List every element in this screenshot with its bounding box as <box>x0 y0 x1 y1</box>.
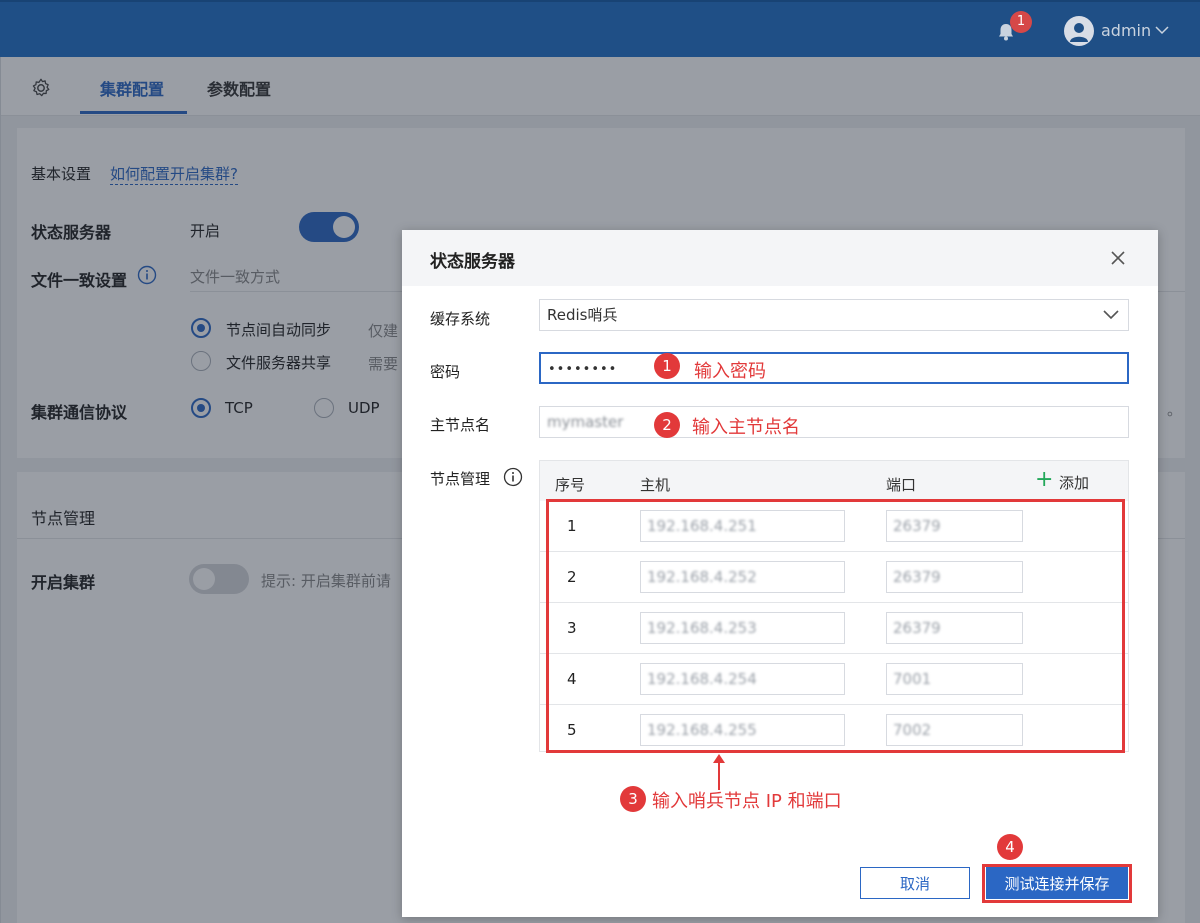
password-value: •••••••• <box>548 362 618 377</box>
node-management-label: 节点管理 <box>430 470 491 488</box>
step-4-marker: 4 <box>997 834 1023 860</box>
cache-system-select[interactable]: Redis哨兵 <box>539 299 1129 331</box>
node-table-header: 序号 主机 端口 + 添加 <box>540 461 1128 501</box>
cache-system-value: Redis哨兵 <box>547 306 618 324</box>
notification-badge: 1 <box>1010 11 1032 33</box>
password-label: 密码 <box>430 363 461 381</box>
step-2-marker: 2 <box>654 412 680 438</box>
user-icon <box>1070 23 1088 42</box>
step-2-note: 输入主节点名 <box>692 417 800 438</box>
info-icon[interactable] <box>503 467 523 487</box>
user-name[interactable]: admin <box>1101 21 1151 40</box>
master-name-field[interactable]: mymaster <box>539 406 1129 438</box>
master-name-label: 主节点名 <box>430 416 491 434</box>
col-port-header: 端口 <box>886 476 917 494</box>
plus-icon: + <box>1035 467 1054 492</box>
dialog-title: 状态服务器 <box>430 252 515 272</box>
close-icon[interactable] <box>1108 248 1128 268</box>
avatar[interactable] <box>1064 16 1094 46</box>
add-node-button[interactable]: + 添加 <box>1035 467 1090 493</box>
annotation-nodes-box <box>546 499 1125 753</box>
state-server-dialog: 状态服务器 缓存系统 Redis哨兵 密码 •••••••• 主节点名 myma… <box>402 230 1158 917</box>
cancel-button[interactable]: 取消 <box>860 867 970 899</box>
annotation-save-box <box>982 864 1132 903</box>
cache-system-label: 缓存系统 <box>430 310 491 328</box>
dialog-header: 状态服务器 <box>402 230 1158 286</box>
password-field[interactable]: •••••••• <box>539 352 1129 384</box>
col-no-header: 序号 <box>555 476 586 494</box>
master-name-value: mymaster <box>547 413 624 431</box>
step-1-marker: 1 <box>654 353 680 379</box>
chevron-down-icon[interactable] <box>1154 24 1170 36</box>
add-node-label: 添加 <box>1059 474 1090 492</box>
arrow-up-icon <box>713 754 725 790</box>
step-3-note: 输入哨兵节点 IP 和端口 <box>652 791 842 812</box>
step-3-marker: 3 <box>620 786 646 812</box>
chevron-down-icon <box>1103 310 1119 320</box>
col-host-header: 主机 <box>640 476 671 494</box>
step-1-note: 输入密码 <box>694 361 766 382</box>
top-header: 1 admin <box>0 0 1200 57</box>
